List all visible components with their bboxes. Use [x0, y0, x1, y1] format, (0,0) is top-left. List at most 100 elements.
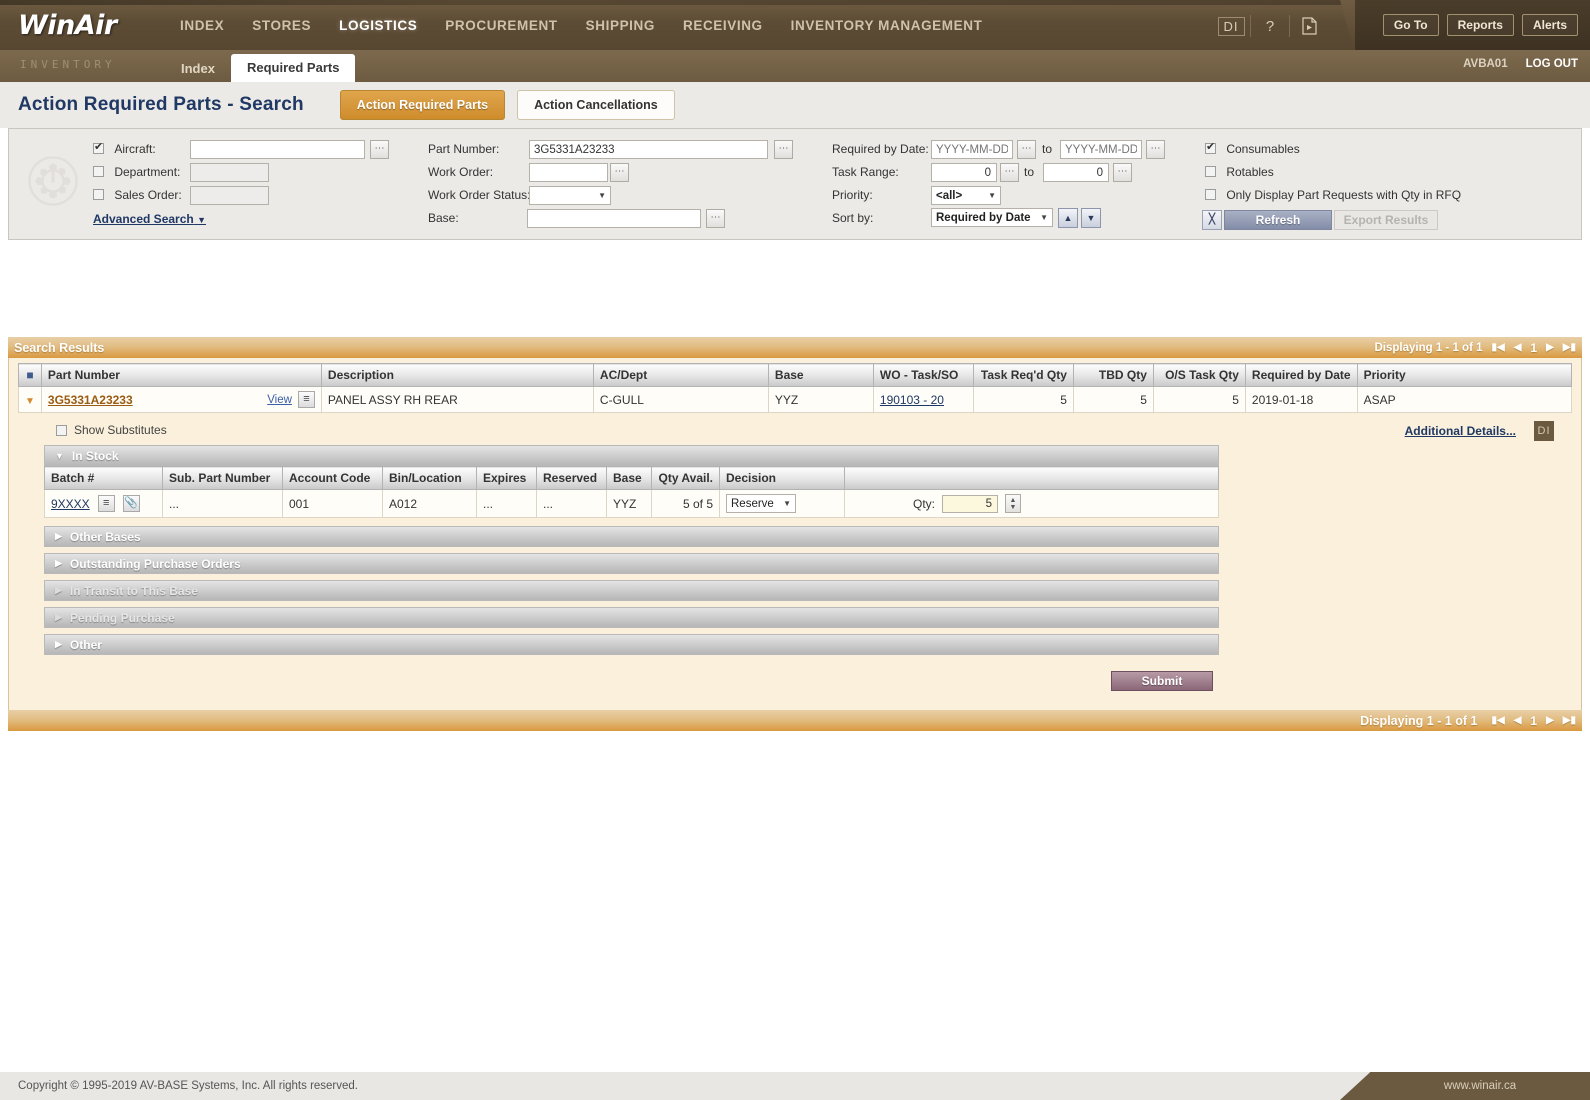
part-number-link[interactable]: 3G5331A23233	[48, 393, 133, 407]
subtab-index[interactable]: Index	[165, 56, 231, 82]
col-wo-task-so[interactable]: WO - Task/SO	[873, 364, 973, 387]
col-qty-avail[interactable]: Qty Avail.	[652, 467, 720, 490]
row-menu-icon[interactable]: ≡	[298, 391, 315, 408]
base-input[interactable]	[527, 209, 701, 228]
work-order-status-select[interactable]: ▼	[529, 186, 611, 205]
col-reserved[interactable]: Reserved	[537, 467, 607, 490]
section-other[interactable]: ▶ Other	[44, 634, 1219, 655]
section-in-transit-to-this-base[interactable]: ▶ In Transit to This Base	[44, 580, 1219, 601]
col-description[interactable]: Description	[321, 364, 593, 387]
sort-ascending-button[interactable]: ▲	[1058, 208, 1078, 228]
current-page-number-bottom[interactable]: 1	[1530, 714, 1537, 728]
tab-action-required-parts[interactable]: Action Required Parts	[340, 90, 505, 120]
task-range-from-lookup[interactable]: ⋯	[1000, 163, 1019, 182]
only-rfq-checkbox[interactable]	[1205, 189, 1216, 200]
col-expires[interactable]: Expires	[477, 467, 537, 490]
menu-item-stores[interactable]: STORES	[238, 12, 325, 39]
col-tbd-qty[interactable]: TBD Qty	[1073, 364, 1153, 387]
menu-item-procurement[interactable]: PROCUREMENT	[431, 12, 571, 39]
last-page-icon[interactable]: ▶▮	[1563, 342, 1576, 353]
work-order-input[interactable]	[529, 163, 608, 182]
col-os-task-qty[interactable]: O/S Task Qty	[1153, 364, 1245, 387]
qty-input[interactable]	[942, 495, 998, 513]
col-task-reqd-qty[interactable]: Task Req'd Qty	[973, 364, 1073, 387]
menu-item-inventory-management[interactable]: INVENTORY MANAGEMENT	[777, 12, 997, 39]
collapse-all-header[interactable]: ■	[19, 364, 42, 387]
attachment-icon[interactable]: 📎	[123, 495, 140, 512]
qty-stepper[interactable]: ▲ ▼	[1005, 494, 1021, 513]
col-batch[interactable]: Batch #	[45, 467, 163, 490]
rotables-checkbox[interactable]	[1205, 166, 1216, 177]
col-decision[interactable]: Decision	[720, 467, 845, 490]
part-number-lookup-button[interactable]: ⋯	[774, 140, 793, 159]
col-stock-base[interactable]: Base	[607, 467, 652, 490]
additional-details-link[interactable]: Additional Details...	[1405, 424, 1516, 438]
section-in-stock-header[interactable]: ▼ In Stock	[44, 445, 1219, 466]
clear-search-button[interactable]: ╳	[1202, 210, 1222, 230]
sales-order-input[interactable]	[190, 186, 269, 205]
advanced-search-link[interactable]: Advanced Search ▼	[93, 212, 206, 226]
department-input[interactable]	[190, 163, 269, 182]
aircraft-input[interactable]	[190, 140, 365, 159]
col-part-number[interactable]: Part Number	[41, 364, 321, 387]
batch-menu-icon[interactable]: ≡	[98, 495, 115, 512]
part-number-input[interactable]	[529, 140, 768, 159]
export-results-button[interactable]: Export Results	[1334, 210, 1438, 230]
col-bin-location[interactable]: Bin/Location	[383, 467, 477, 490]
col-ac-dept[interactable]: AC/Dept	[593, 364, 768, 387]
prev-page-icon-bottom[interactable]: ◀	[1514, 715, 1522, 726]
tab-action-cancellations[interactable]: Action Cancellations	[517, 90, 675, 120]
current-page-number[interactable]: 1	[1530, 341, 1537, 355]
show-substitutes-checkbox[interactable]	[56, 425, 67, 436]
required-by-date-to-input[interactable]	[1060, 140, 1142, 159]
base-lookup-button[interactable]: ⋯	[706, 209, 725, 228]
menu-item-shipping[interactable]: SHIPPING	[572, 12, 669, 39]
wo-task-link[interactable]: 190103 - 20	[880, 393, 944, 407]
help-icon[interactable]: ?	[1251, 13, 1289, 39]
consumables-checkbox[interactable]	[1205, 143, 1216, 154]
menu-item-logistics[interactable]: LOGISTICS	[325, 12, 431, 39]
sales-order-checkbox[interactable]	[93, 189, 104, 200]
required-by-date-to-picker[interactable]: ⋯	[1146, 140, 1165, 159]
first-page-icon[interactable]: ▮◀	[1492, 342, 1505, 353]
prev-page-icon[interactable]: ◀	[1514, 342, 1522, 353]
website-link[interactable]: www.winair.ca	[1370, 1072, 1590, 1100]
task-range-from-input[interactable]	[931, 163, 997, 182]
last-page-icon-bottom[interactable]: ▶▮	[1563, 715, 1576, 726]
alerts-button[interactable]: Alerts	[1522, 14, 1578, 36]
first-page-icon-bottom[interactable]: ▮◀	[1492, 715, 1505, 726]
batch-link[interactable]: 9XXXX	[51, 497, 90, 511]
aircraft-checkbox[interactable]	[93, 143, 104, 154]
video-page-icon[interactable]	[1290, 13, 1328, 39]
menu-item-index[interactable]: INDEX	[166, 12, 238, 39]
required-by-date-from-picker[interactable]: ⋯	[1017, 140, 1036, 159]
subtab-required-parts[interactable]: Required Parts	[231, 54, 355, 82]
sort-descending-button[interactable]: ▼	[1081, 208, 1101, 228]
department-checkbox[interactable]	[93, 166, 104, 177]
col-required-by-date[interactable]: Required by Date	[1245, 364, 1357, 387]
section-pending-purchase[interactable]: ▶ Pending Purchase	[44, 607, 1219, 628]
col-base[interactable]: Base	[768, 364, 873, 387]
priority-select[interactable]: <all>▼	[931, 186, 1001, 205]
task-range-to-input[interactable]	[1043, 163, 1109, 182]
view-link[interactable]: View	[267, 394, 292, 406]
di-badge-icon[interactable]: DI	[1534, 421, 1554, 441]
di-icon[interactable]: DI	[1212, 13, 1250, 39]
next-page-icon-bottom[interactable]: ▶	[1546, 715, 1554, 726]
col-sub-part-number[interactable]: Sub. Part Number	[163, 467, 283, 490]
logout-button[interactable]: LOG OUT	[1526, 58, 1578, 70]
section-outstanding-purchase-orders[interactable]: ▶ Outstanding Purchase Orders	[44, 553, 1219, 574]
task-range-to-lookup[interactable]: ⋯	[1113, 163, 1132, 182]
required-by-date-from-input[interactable]	[931, 140, 1013, 159]
aircraft-lookup-button[interactable]: ⋯	[370, 140, 389, 159]
sort-by-select[interactable]: Required by Date▼	[931, 208, 1053, 227]
refresh-button[interactable]: Refresh	[1224, 210, 1332, 230]
submit-button[interactable]: Submit	[1111, 671, 1213, 691]
col-priority[interactable]: Priority	[1357, 364, 1571, 387]
goto-button[interactable]: Go To	[1383, 14, 1439, 36]
col-account-code[interactable]: Account Code	[283, 467, 383, 490]
reports-button[interactable]: Reports	[1447, 14, 1514, 36]
menu-item-receiving[interactable]: RECEIVING	[669, 12, 777, 39]
section-other-bases[interactable]: ▶ Other Bases	[44, 526, 1219, 547]
work-order-lookup-button[interactable]: ⋯	[610, 163, 629, 182]
